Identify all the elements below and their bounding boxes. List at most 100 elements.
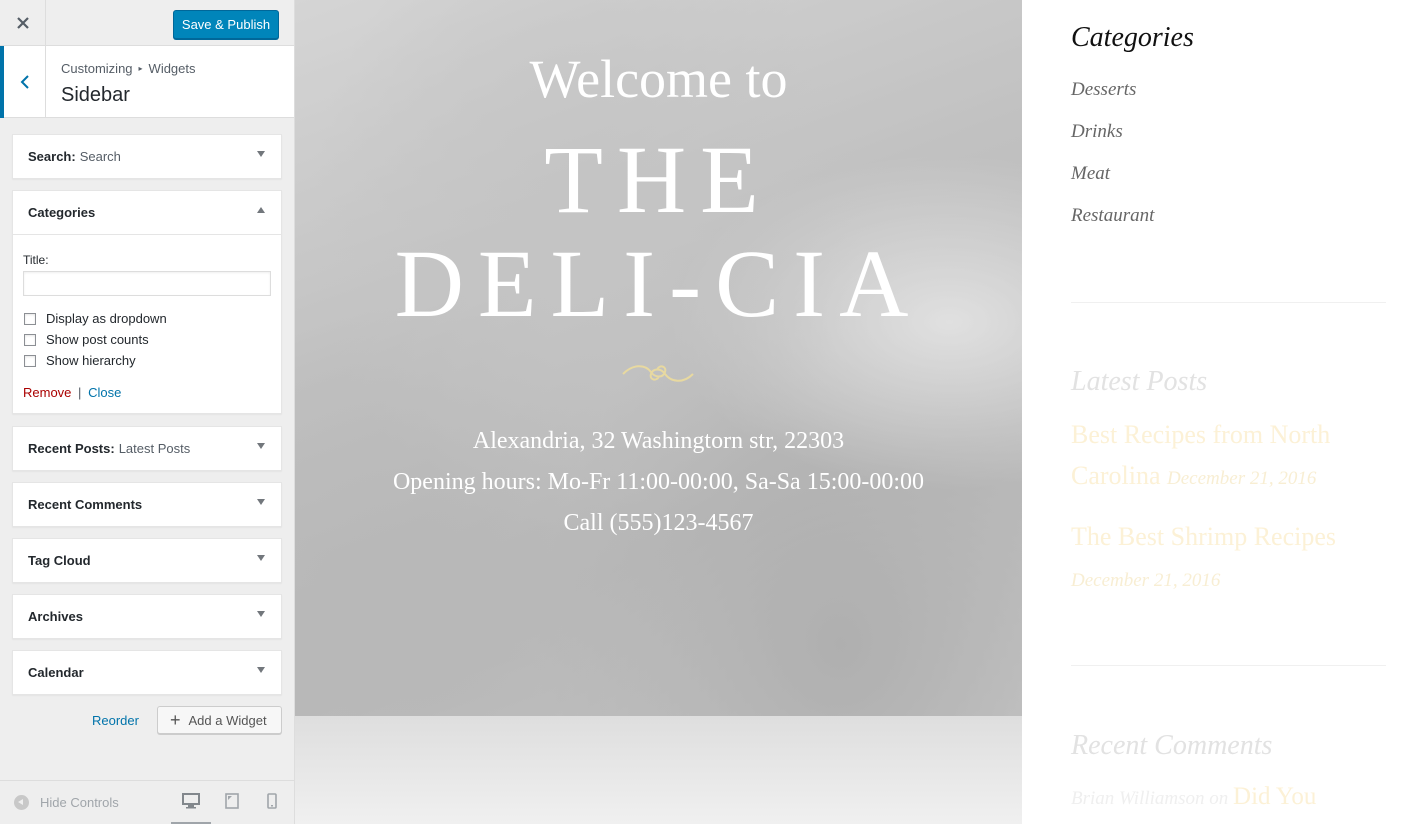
title-input[interactable] <box>23 271 271 296</box>
address-text: Alexandria, 32 Washingtorn str, 22303 <box>472 428 845 454</box>
expand-arrow-icon[interactable] <box>257 499 265 505</box>
expand-arrow-icon[interactable] <box>257 667 265 673</box>
option-post-counts[interactable]: Show post counts <box>24 332 149 347</box>
widget-header[interactable]: Tag Cloud <box>13 539 281 582</box>
widget-archives: Archives <box>12 594 282 639</box>
widget-subtitle: Search <box>79 149 121 164</box>
expand-arrow-icon[interactable] <box>257 443 265 449</box>
breadcrumb-parent: Customizing <box>61 61 133 76</box>
add-widget-button[interactable]: + Add a Widget <box>157 706 282 734</box>
widget-form: Title: Display as dropdown Show post cou… <box>13 234 281 413</box>
close-link[interactable]: Close <box>88 385 121 400</box>
widget-header[interactable]: Calendar <box>13 651 281 694</box>
close-customizer-button[interactable] <box>0 0 46 46</box>
widget-calendar: Calendar <box>12 650 282 695</box>
widget-name: Calendar <box>28 665 84 680</box>
expand-arrow-icon[interactable] <box>257 151 265 157</box>
checkbox[interactable] <box>24 312 36 325</box>
breadcrumb-current: Widgets <box>148 61 196 76</box>
plus-icon: + <box>170 710 181 730</box>
chevron-left-icon <box>20 75 29 89</box>
panel-header: Save & Publish <box>0 0 294 46</box>
option-label: Display as dropdown <box>46 311 167 326</box>
widget-search: Search: Search <box>12 134 282 179</box>
close-icon <box>16 17 29 29</box>
tablet-icon <box>225 793 239 809</box>
option-dropdown[interactable]: Display as dropdown <box>24 311 167 326</box>
hide-controls-button[interactable]: Hide Controls <box>14 795 119 810</box>
hero-banner: Welcome to The Deli-cia Alexandria, 32 W… <box>295 0 1022 716</box>
post-title[interactable]: The Best Shrimp Recipes <box>1071 522 1336 551</box>
comment-author: Brian Williamson <box>1071 788 1205 809</box>
tablet-preview-button[interactable] <box>212 793 252 824</box>
phone-text: Call (555)123-4567 <box>563 510 754 536</box>
widget-name: Categories <box>28 205 96 220</box>
category-link[interactable]: Restaurant <box>1071 205 1154 227</box>
breadcrumb-separator-icon: ▸ <box>138 64 143 73</box>
widget-name: Archives <box>28 609 83 624</box>
category-link[interactable]: Drinks <box>1071 121 1123 143</box>
widget-header[interactable]: Search: Search <box>13 135 281 178</box>
divider <box>1071 665 1386 666</box>
collapse-arrow-icon[interactable] <box>257 207 265 213</box>
comment-item: Brian Williamson on Did You <box>1071 783 1316 811</box>
customizer-panel: Save & Publish Customizing ▸ Widgets Sid… <box>0 0 295 824</box>
option-label: Show post counts <box>46 332 149 347</box>
desktop-icon <box>182 793 200 809</box>
actions-separator: | <box>78 385 82 400</box>
widget-header[interactable]: Recent Comments <box>13 483 281 526</box>
category-link[interactable]: Desserts <box>1071 79 1136 101</box>
breadcrumb: Customizing ▸ Widgets <box>61 61 196 76</box>
post-date: December 21, 2016 <box>1167 468 1317 489</box>
section-header: Customizing ▸ Widgets Sidebar <box>0 46 294 118</box>
mobile-icon <box>267 793 277 809</box>
widget-name: Recent Comments <box>28 497 143 512</box>
widget-recent-posts: Recent Posts: Latest Posts <box>12 426 282 471</box>
panel-footer: Hide Controls <box>0 780 294 824</box>
hero-welcome: Welcome to <box>529 49 788 109</box>
desktop-preview-button[interactable] <box>171 793 211 824</box>
widget-subtitle: Latest Posts <box>118 441 191 456</box>
panel-title: Sidebar <box>61 84 130 106</box>
widget-header[interactable]: Archives <box>13 595 281 638</box>
divider <box>1071 302 1386 303</box>
site-sidebar-preview: Categories Desserts Drinks Meat Restaura… <box>1022 0 1411 824</box>
category-link[interactable]: Meat <box>1071 163 1110 185</box>
expand-arrow-icon[interactable] <box>257 555 265 561</box>
site-title: The Deli-cia <box>394 126 923 337</box>
widget-name: Search: <box>28 149 76 164</box>
comment-post-link[interactable]: Did You <box>1233 783 1316 810</box>
post-link[interactable]: Best Recipes from North Carolina Decembe… <box>1071 414 1386 499</box>
widget-tag-cloud: Tag Cloud <box>12 538 282 583</box>
option-hierarchy[interactable]: Show hierarchy <box>24 353 136 368</box>
back-button[interactable] <box>0 46 46 118</box>
widget-actions: Remove | Close <box>23 385 121 400</box>
recent-comments-heading: Recent Comments <box>1071 730 1273 761</box>
remove-link[interactable]: Remove <box>23 385 71 400</box>
title-label: Title: <box>23 253 49 267</box>
widget-header[interactable]: Recent Posts: Latest Posts <box>13 427 281 470</box>
checkbox[interactable] <box>24 333 36 346</box>
widget-header[interactable]: Categories <box>13 191 281 234</box>
expand-arrow-icon[interactable] <box>257 611 265 617</box>
opening-hours-text: Opening hours: Mo-Fr 11:00-00:00, Sa-Sa … <box>392 469 925 495</box>
save-publish-button[interactable]: Save & Publish <box>173 10 279 39</box>
hero-bottom-area <box>295 716 1022 824</box>
reorder-link[interactable]: Reorder <box>92 713 139 728</box>
widget-name: Recent Posts: <box>28 441 115 456</box>
option-label: Show hierarchy <box>46 353 136 368</box>
categories-heading: Categories <box>1071 22 1194 53</box>
hide-controls-label: Hide Controls <box>40 795 119 810</box>
collapse-icon <box>14 795 29 810</box>
widget-name: Tag Cloud <box>28 553 91 568</box>
widget-categories: Categories Title: Display as dropdown Sh… <box>12 190 282 414</box>
widget-recent-comments: Recent Comments <box>12 482 282 527</box>
comment-on: on <box>1209 788 1229 809</box>
post-link[interactable]: The Best Shrimp Recipes December 21, 201… <box>1071 516 1386 601</box>
latest-posts-heading: Latest Posts <box>1071 366 1208 397</box>
mobile-preview-button[interactable] <box>252 793 292 824</box>
add-widget-label: Add a Widget <box>188 712 267 728</box>
ornament-icon <box>622 365 694 382</box>
post-date: December 21, 2016 <box>1071 570 1221 591</box>
checkbox[interactable] <box>24 354 36 367</box>
